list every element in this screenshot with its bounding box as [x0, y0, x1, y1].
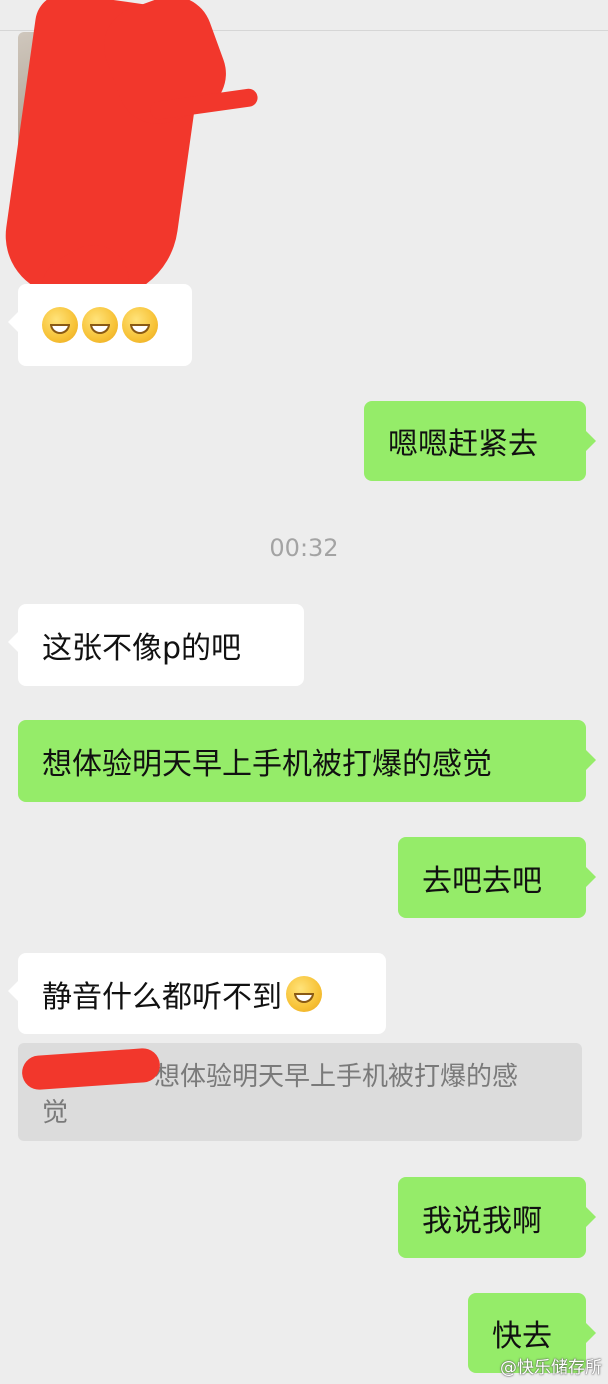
- message-text: 这张不像p的吧: [42, 631, 242, 666]
- message-text: 快去: [492, 1319, 552, 1354]
- watermark: @快乐储存所: [500, 1358, 602, 1378]
- message-bubble-incoming[interactable]: 这张不像p的吧: [8, 604, 304, 686]
- grin-emoji-icon: [286, 975, 322, 1012]
- grin-emoji-icon: [42, 307, 78, 343]
- quoted-text: 想体验明天早上手机被打爆的感: [154, 1062, 519, 1092]
- message-text: 想体验明天早上手机被打爆的感觉: [42, 747, 492, 782]
- grin-emoji-icon: [122, 307, 158, 343]
- message-text: 静音什么都听不到: [42, 979, 282, 1015]
- grin-emoji-icon: [82, 307, 118, 343]
- message-text: 去吧去吧: [422, 863, 542, 899]
- message-bubble-outgoing[interactable]: 去吧去吧: [398, 837, 596, 918]
- message-text: 嗯嗯赶紧去: [388, 427, 538, 462]
- message-bubble-incoming[interactable]: 静音什么都听不到: [8, 953, 386, 1034]
- quoted-text-continued: 觉: [42, 1098, 69, 1128]
- message-text: 我说我啊: [422, 1203, 542, 1239]
- timestamp: 00:32: [269, 534, 339, 562]
- message-bubble-incoming[interactable]: [8, 284, 192, 366]
- message-bubble-outgoing[interactable]: 想体验明天早上手机被打爆的感觉: [18, 720, 596, 802]
- message-bubble-outgoing[interactable]: 我说我啊: [398, 1177, 596, 1258]
- message-bubble-outgoing[interactable]: 嗯嗯赶紧去: [364, 401, 596, 481]
